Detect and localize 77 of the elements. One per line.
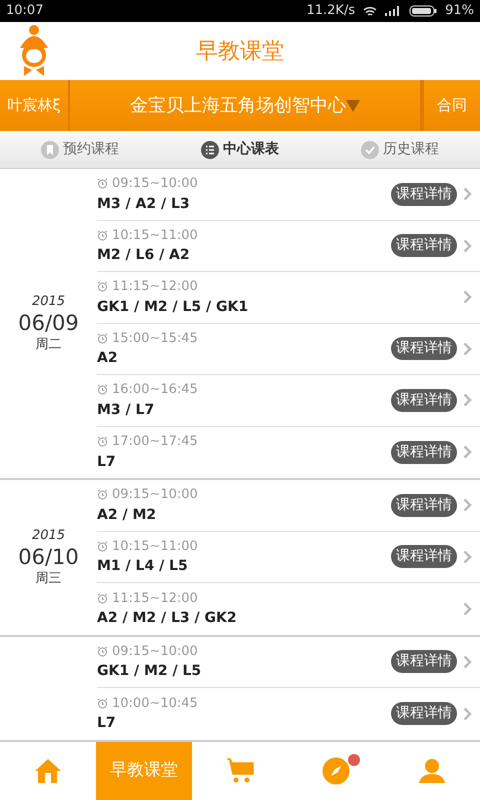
tab[interactable]: 历史课程 <box>357 137 443 162</box>
course-detail-button[interactable]: 课程详情 <box>391 182 457 206</box>
course-list: A2 / M2 / L3 / GK2 <box>97 608 463 629</box>
page-title: 早教课堂 <box>196 38 284 66</box>
time-range: 17:00~17:45 <box>112 433 198 451</box>
course-list: M3 / L7 <box>97 400 391 420</box>
course-list: M3 / A2 / L3 <box>97 194 391 214</box>
time-range: 16:00~16:45 <box>112 381 198 399</box>
chevron-right-icon[interactable] <box>463 342 472 356</box>
list-icon <box>201 140 219 158</box>
time-range: 10:15~11:00 <box>112 538 198 556</box>
tab[interactable]: 预约课程 <box>37 137 123 162</box>
home-icon <box>34 758 62 784</box>
time-range: 11:15~12:00 <box>112 278 198 296</box>
course-list: A2 / M2 <box>97 504 391 526</box>
course-detail-button[interactable]: 课程详情 <box>391 702 457 726</box>
course-list: M1 / L4 / L5 <box>97 556 391 577</box>
chevron-right-icon[interactable] <box>463 602 472 616</box>
course-list: GK1 / M2 / L5 / GK1 <box>97 296 463 318</box>
chevron-right-icon[interactable] <box>463 290 472 304</box>
time-range: 10:00~10:45 <box>112 694 198 712</box>
wifi-icon <box>363 6 378 16</box>
course-detail-button[interactable]: 课程详情 <box>391 494 457 517</box>
alarm-clock-icon <box>97 540 108 552</box>
time-range: 09:15~10:00 <box>112 486 198 504</box>
chevron-right-icon[interactable] <box>463 187 472 202</box>
chevron-right-icon[interactable] <box>463 498 472 512</box>
status-time: 10:07 <box>6 2 44 20</box>
course-detail-button[interactable]: 课程详情 <box>391 337 457 360</box>
battery-icon <box>409 5 438 17</box>
course-detail-button[interactable]: 课程详情 <box>391 545 457 568</box>
course-list: L7 <box>97 713 391 734</box>
weekday-label: 周二 <box>36 336 62 354</box>
bookmark-icon <box>41 140 59 158</box>
time-range: 09:15~10:00 <box>112 642 198 660</box>
check-icon <box>361 140 379 158</box>
weekday-label: 周三 <box>36 570 62 588</box>
course-detail-button[interactable]: 课程详情 <box>391 388 457 412</box>
dropdown-icon <box>346 100 360 112</box>
course-detail-button[interactable]: 课程详情 <box>391 650 457 674</box>
course-detail-button[interactable]: 课程详情 <box>391 234 457 258</box>
chevron-right-icon[interactable] <box>463 550 472 564</box>
date-label: 06/09 <box>18 312 79 336</box>
cart-icon <box>226 758 254 784</box>
alarm-clock-icon <box>97 384 108 396</box>
time-range: 11:15~12:00 <box>112 590 198 608</box>
alarm-clock-icon <box>97 489 108 500</box>
network-speed: 11.2K/s <box>306 2 356 20</box>
chevron-right-icon[interactable] <box>463 654 472 669</box>
alarm-clock-icon <box>97 646 108 657</box>
chevron-right-icon[interactable] <box>463 393 472 408</box>
compass-icon <box>322 757 350 785</box>
course-detail-button[interactable]: 课程详情 <box>391 440 457 464</box>
course-list: M2 / L6 / A2 <box>97 245 391 266</box>
alarm-clock-icon <box>97 592 108 604</box>
alarm-clock-icon <box>97 230 108 241</box>
chevron-right-icon[interactable] <box>463 445 472 460</box>
course-list: GK1 / M2 / L5 <box>97 661 391 682</box>
alarm-clock-icon <box>97 281 108 292</box>
year-label: 2015 <box>32 527 66 546</box>
time-range: 10:15~11:00 <box>112 226 198 244</box>
alarm-clock-icon <box>97 698 108 709</box>
chevron-right-icon[interactable] <box>463 238 472 253</box>
alarm-clock-icon <box>97 178 108 190</box>
course-list: L7 <box>97 452 391 472</box>
time-range: 15:00~15:45 <box>112 330 198 348</box>
battery-level: 91% <box>445 2 474 20</box>
date-label: 06/10 <box>18 546 79 569</box>
alarm-clock-icon <box>97 436 108 448</box>
tab[interactable]: 中心课表 <box>197 137 283 162</box>
chevron-right-icon[interactable] <box>463 706 472 721</box>
person-icon <box>418 758 446 784</box>
year-label: 2015 <box>32 293 66 312</box>
time-range: 09:15~10:00 <box>112 175 198 193</box>
signal-icon <box>385 6 402 16</box>
course-list: A2 <box>97 348 391 369</box>
alarm-clock-icon <box>97 332 108 344</box>
